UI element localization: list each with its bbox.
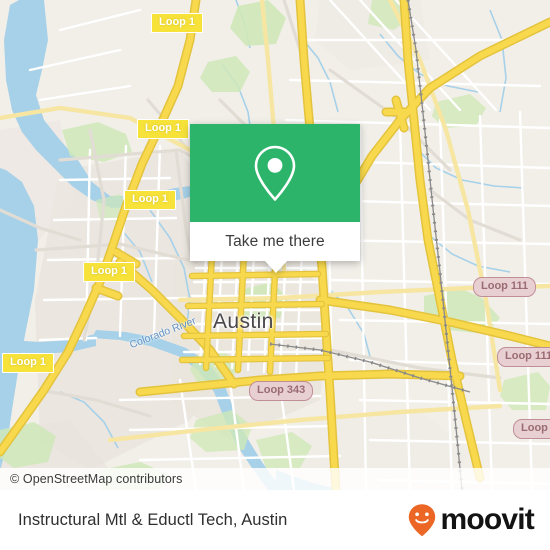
- road-shield-loop1-mid: Loop 1: [124, 190, 177, 210]
- moovit-smiley-pin-icon: [409, 504, 436, 537]
- road-shield-loop343: Loop 343: [249, 381, 314, 401]
- place-label-austin: Austin: [213, 310, 274, 333]
- map-pin-icon: [254, 145, 296, 201]
- road-shield-loop1-upper: Loop 1: [137, 119, 190, 139]
- road-shield-loop1-west: Loop 1: [2, 353, 55, 373]
- location-title: Instructural Mtl & Eductl Tech, Austin: [18, 510, 288, 529]
- road-shield-loop1-north: Loop 1: [151, 13, 204, 33]
- popup-header: [190, 124, 360, 222]
- attribution-text: © OpenStreetMap contributors: [10, 472, 183, 486]
- popup-action-row[interactable]: Take me there: [190, 222, 360, 261]
- road-shield-loop111-upper: Loop 111: [473, 277, 537, 297]
- location-popup-card[interactable]: Take me there: [190, 124, 360, 273]
- road-shield-loop111-lower: Loop 111: [497, 347, 550, 367]
- map-screenshot: Loop 1 Loop 1 Loop 1 Loop 1 Loop 1 Loop …: [0, 0, 550, 550]
- map-canvas[interactable]: Loop 1 Loop 1 Loop 1 Loop 1 Loop 1 Loop …: [0, 0, 550, 490]
- map-attribution[interactable]: © OpenStreetMap contributors: [0, 468, 550, 490]
- moovit-wordmark: moovit: [440, 503, 534, 536]
- road-shield-loop1-lower: Loop 1: [83, 262, 136, 282]
- take-me-there-label: Take me there: [225, 232, 325, 250]
- moovit-logo[interactable]: moovit: [407, 503, 535, 537]
- footer-bar: Instructural Mtl & Eductl Tech, Austin m…: [0, 490, 550, 550]
- road-shield-loop3-corner: Loop 3: [513, 419, 550, 439]
- popup-pointer-tail: [265, 261, 287, 273]
